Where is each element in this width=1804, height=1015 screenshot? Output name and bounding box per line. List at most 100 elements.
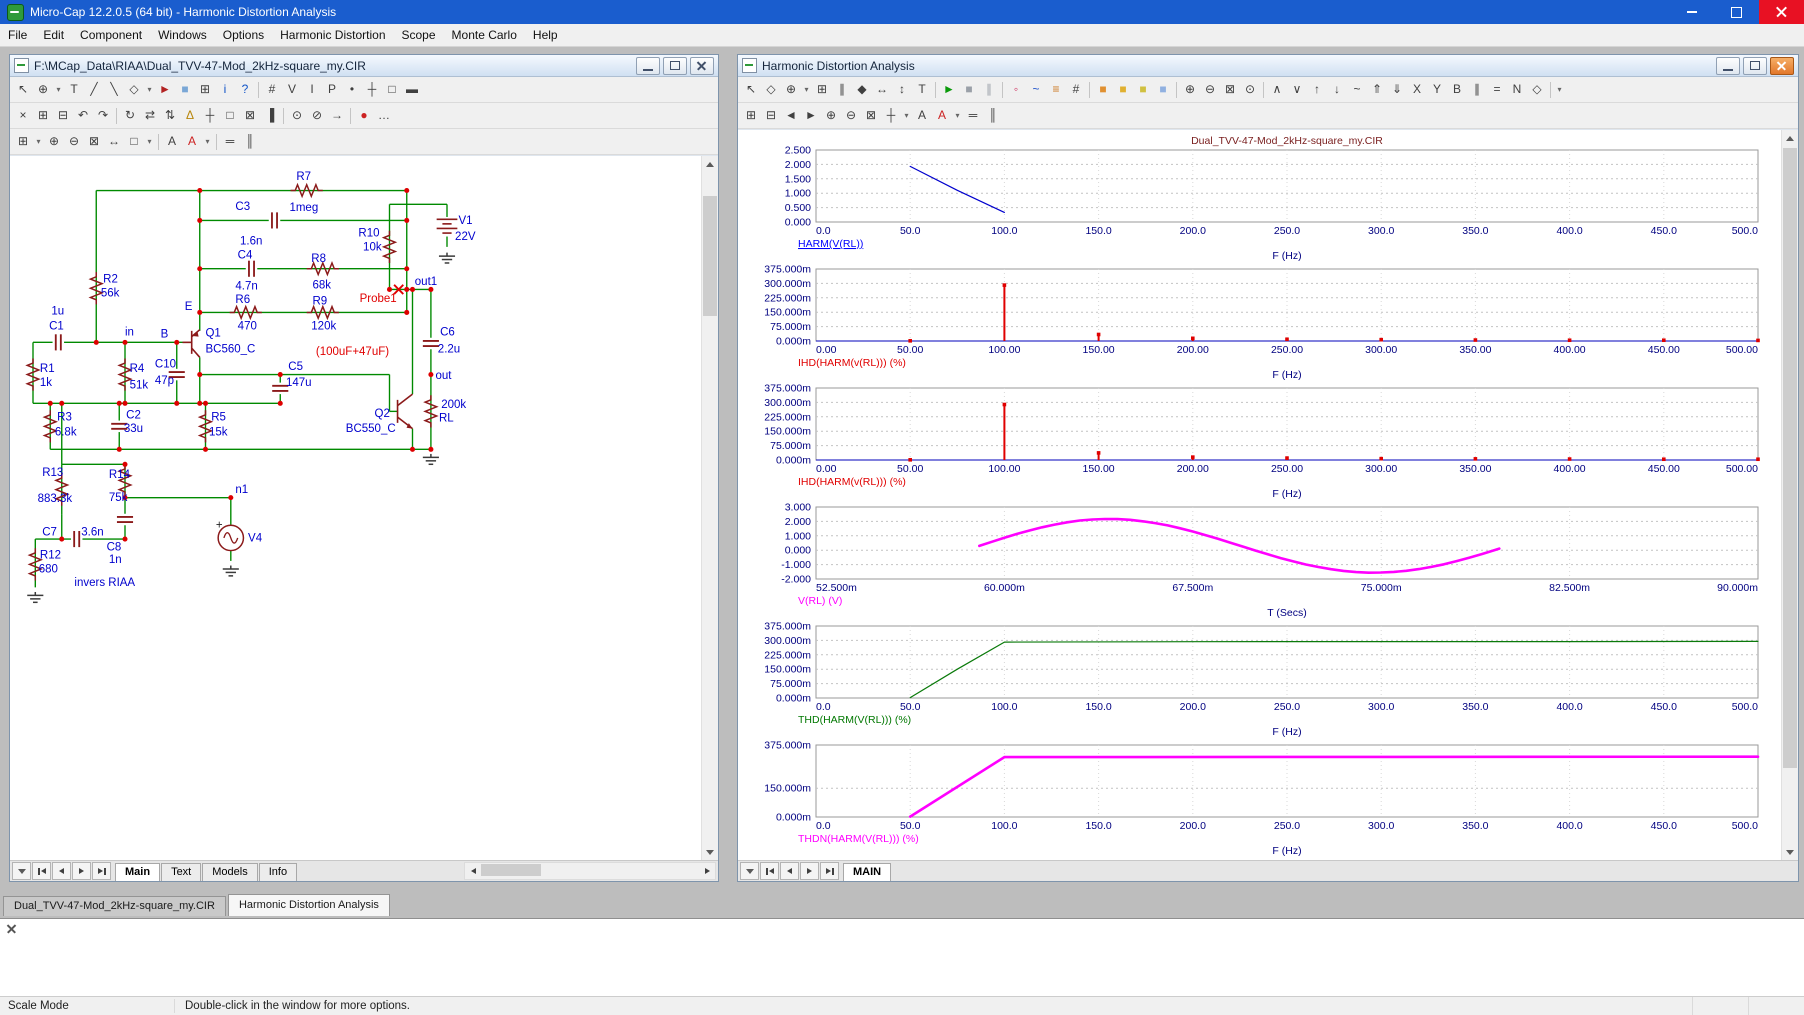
component-label[interactable]: 200k (441, 399, 466, 411)
scroll-thumb[interactable] (703, 196, 717, 316)
scroll-thumb[interactable] (1783, 148, 1797, 768)
text-mode-icon[interactable]: T (64, 80, 84, 100)
tokens-icon[interactable]: ~ (1026, 80, 1046, 100)
component-label[interactable]: 56k (101, 287, 120, 299)
component-label[interactable]: n1 (235, 484, 248, 496)
component-label[interactable]: C6 (440, 326, 455, 338)
go-to-y-icon[interactable]: Y (1427, 80, 1447, 100)
component-label[interactable]: invers RIAA (74, 577, 135, 589)
select-area-icon[interactable]: □ (124, 132, 144, 152)
graphics-dropdown[interactable]: ▾ (144, 80, 155, 100)
analysis-minimize-button[interactable] (1716, 57, 1740, 75)
text-mode-icon[interactable]: T (912, 80, 932, 100)
schematic-vertical-scrollbar[interactable] (701, 156, 718, 860)
component-label[interactable]: 3.6n (81, 527, 103, 539)
panel-close-button[interactable] (5, 923, 18, 936)
menu-component[interactable]: Component (72, 25, 150, 45)
rotate-icon[interactable]: ↻ (120, 106, 140, 126)
plot-3[interactable]: 0.0050.00100.00150.00200.00250.00300.003… (740, 383, 1778, 502)
menu-edit[interactable]: Edit (35, 25, 72, 45)
numeric-output-icon[interactable]: ■ (1133, 80, 1153, 100)
component-label[interactable]: 4.7n (235, 280, 257, 292)
menu-scope[interactable]: Scope (394, 25, 444, 45)
align-cursors-icon[interactable]: ∥ (1467, 80, 1487, 100)
point-tag-mode-icon[interactable]: ◆ (852, 80, 872, 100)
go-to-peak-icon[interactable]: ∧ (1267, 80, 1287, 100)
cursor-left-icon[interactable]: ◄ (781, 106, 801, 126)
scroll-track[interactable] (481, 863, 699, 879)
component-label[interactable]: Q2 (375, 408, 390, 420)
component-label[interactable]: C4 (238, 249, 253, 261)
tab-main[interactable]: Main (115, 863, 160, 881)
split-horizontal-icon[interactable]: ═ (220, 132, 240, 152)
component-label[interactable]: R9 (312, 295, 327, 307)
schematic-window-titlebar[interactable]: F:\MCap_Data\RIAA\Dual_TVV-47-Mod_2kHz-s… (10, 55, 718, 77)
page-list-button[interactable] (740, 862, 759, 880)
grid-snap-icon[interactable]: ┼ (200, 106, 220, 126)
cursor-right-icon[interactable]: ► (801, 106, 821, 126)
font-color-icon[interactable]: A (932, 106, 952, 126)
component-label[interactable]: out1 (415, 276, 437, 288)
view-dropdown[interactable]: ▾ (144, 132, 155, 152)
global-low-icon[interactable]: ⇓ (1387, 80, 1407, 100)
component-label[interactable]: 120k (311, 321, 336, 333)
cursor-mode-icon[interactable]: ∥ (832, 80, 852, 100)
transistor-symbol[interactable] (398, 394, 413, 406)
node-numbers-icon[interactable]: # (262, 80, 282, 100)
component-label[interactable]: 1k (40, 377, 52, 389)
component-label[interactable]: BC550_C (346, 423, 396, 435)
component-label[interactable]: C3 (235, 201, 250, 213)
current-display-icon[interactable]: I (302, 80, 322, 100)
vertical-tag-mode-icon[interactable]: ↕ (892, 80, 912, 100)
plot-6[interactable]: 0.050.0100.0150.0200.0250.0300.0350.0400… (740, 740, 1778, 859)
component-label[interactable]: 68k (312, 279, 331, 291)
power-display-icon[interactable]: P (322, 80, 342, 100)
graph-paper-icon[interactable]: ■ (1093, 80, 1113, 100)
component-label[interactable]: C10 (155, 359, 176, 371)
menu-file[interactable]: File (0, 25, 35, 45)
component-label[interactable]: R7 (296, 171, 311, 183)
global-high-icon[interactable]: ⇑ (1367, 80, 1387, 100)
mirror-box-icon[interactable]: ▐ (260, 106, 280, 126)
component-label[interactable]: R12 (40, 550, 61, 562)
stop-icon[interactable]: ■ (959, 80, 979, 100)
prev-page-button[interactable] (52, 862, 71, 880)
zoom-in-icon[interactable]: ⊕ (1180, 80, 1200, 100)
horizontal-tag-mode-icon[interactable]: ↔ (872, 80, 892, 100)
info-mode-icon[interactable]: i (215, 80, 235, 100)
plot-box[interactable] (816, 507, 1758, 579)
plot-5[interactable]: 0.050.0100.0150.0200.0250.0300.0350.0400… (740, 621, 1778, 740)
color-dropdown[interactable]: ▾ (952, 106, 963, 126)
component-label[interactable]: R5 (211, 412, 226, 424)
component-label[interactable]: R14 (109, 469, 131, 481)
step-box-icon[interactable]: ⊠ (240, 106, 260, 126)
diagonal-wire-mode-icon[interactable]: ╲ (104, 80, 124, 100)
horizontal-axis-grids-icon[interactable]: ≡ (1046, 80, 1066, 100)
plot-1[interactable]: Dual_TVV-47-Mod_2kHz-square_my.CIR0.050.… (740, 132, 1778, 264)
component-label[interactable]: R10 (358, 228, 379, 240)
delta-icon[interactable]: Δ (180, 106, 200, 126)
plot-stack[interactable]: Dual_TVV-47-Mod_2kHz-square_my.CIR0.050.… (740, 132, 1778, 859)
menu-windows[interactable]: Windows (150, 25, 215, 45)
plot-vertical-scrollbar[interactable] (1781, 130, 1798, 860)
component-label[interactable]: 51k (130, 379, 149, 391)
tab-main-plot-page[interactable]: MAIN (843, 863, 891, 881)
flag-mode-icon[interactable]: ► (155, 80, 175, 100)
zoom-dropdown[interactable]: ▾ (801, 80, 812, 100)
component-label[interactable]: R1 (40, 363, 55, 375)
scroll-down-button[interactable] (702, 844, 718, 860)
component-label[interactable]: 1n (109, 554, 122, 566)
grid-display-icon[interactable]: ┼ (362, 80, 382, 100)
first-page-button[interactable] (32, 862, 51, 880)
component-label[interactable]: E (185, 301, 193, 313)
component-label[interactable]: R2 (103, 274, 118, 286)
scale-region-mode-icon[interactable]: ⊞ (195, 80, 215, 100)
redo-icon[interactable]: ↷ (93, 106, 113, 126)
goto-icon[interactable]: → (327, 106, 347, 126)
undo-icon[interactable]: ↶ (73, 106, 93, 126)
font-icon[interactable]: A (912, 106, 932, 126)
font-icon[interactable]: A (162, 132, 182, 152)
plot-zoom-out-icon[interactable]: ⊖ (841, 106, 861, 126)
component-label[interactable]: R6 (235, 294, 250, 306)
plot-canvas[interactable]: Dual_TVV-47-Mod_2kHz-square_my.CIR0.050.… (738, 129, 1798, 860)
